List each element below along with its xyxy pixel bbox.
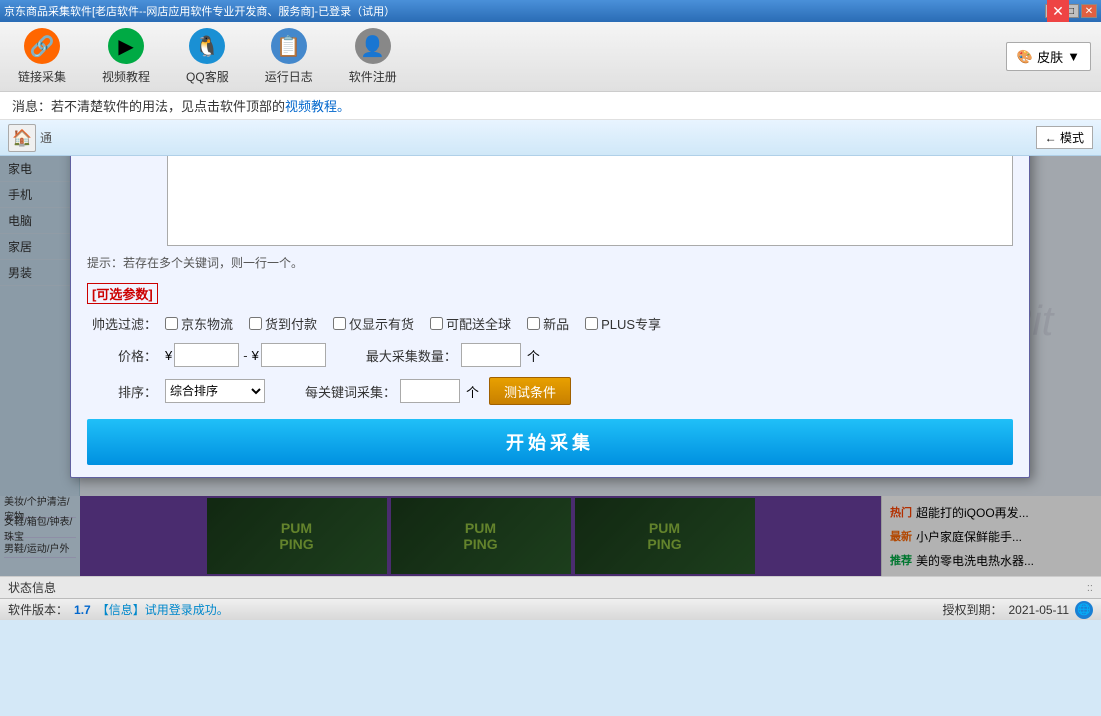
- filter-cash-delivery-label: 货到付款: [265, 314, 317, 333]
- status-message: 【信息】试用登录成功。: [97, 601, 229, 618]
- sort-row: 排序： 综合排序 价格升序 价格降序 销量优先 每关键词采集： 个 测试条件: [87, 377, 1013, 405]
- toolbar-log[interactable]: 📋 运行日志: [257, 24, 321, 89]
- filter-checkboxes: 京东物流 货到付款 仅显示有货 可配送全球: [165, 314, 661, 333]
- test-conditions-btn[interactable]: 测试条件: [489, 377, 571, 405]
- filter-new[interactable]: 新品: [527, 314, 569, 333]
- breadcrumb: 通: [40, 129, 52, 146]
- link-icon: 🔗: [24, 28, 60, 64]
- start-collect-btn[interactable]: 开始采集: [87, 419, 1013, 465]
- per-keyword-label: 每关键词采集：: [305, 382, 396, 401]
- toolbar: 🔗 链接采集 ▶ 视频教程 🐧 QQ客服 📋 运行日志 👤 软件注册 🎨 皮肤 …: [0, 22, 1101, 92]
- filter-plus[interactable]: PLUS专享: [585, 314, 661, 333]
- keyword-row: *导入关键词:: [87, 156, 1013, 246]
- per-keyword-unit: 个: [466, 382, 479, 401]
- notice-prefix: 消息：若不清楚软件的用法，见点击软件顶部的: [12, 96, 285, 115]
- optional-label: [可选参数]: [87, 283, 158, 304]
- filter-label: 帅选过滤：: [87, 314, 157, 333]
- toolbar-link-label: 链接采集: [18, 68, 66, 85]
- reg-icon: 👤: [355, 28, 391, 64]
- keyword-textarea[interactable]: [167, 156, 1013, 246]
- title-bar: 京东商品采集软件[老店软件--网店应用软件专业开发商、服务商]-已登录（试用） …: [0, 0, 1101, 22]
- toolbar-reg-label: 软件注册: [349, 68, 397, 85]
- filter-global-label: 可配送全球: [446, 314, 511, 333]
- modal-body: [必备参数] *导入关键词: 提示：若存在多个关键词，则一行一个。 [可选参数]…: [71, 156, 1029, 477]
- price-from-input[interactable]: [174, 343, 239, 367]
- mode-button[interactable]: ← 模式: [1036, 126, 1093, 149]
- price-separator: -: [243, 348, 247, 363]
- filter-new-label: 新品: [543, 314, 569, 333]
- skin-button[interactable]: 🎨 皮肤 ▼: [1006, 42, 1091, 71]
- red-close-button[interactable]: ✕: [1047, 0, 1069, 22]
- filter-jd-logistics-label: 京东物流: [181, 314, 233, 333]
- checkbox-jd-logistics[interactable]: [165, 317, 178, 330]
- filter-in-stock-label: 仅显示有货: [349, 314, 414, 333]
- filter-in-stock[interactable]: 仅显示有货: [333, 314, 414, 333]
- auth-label: 授权到期：: [942, 601, 1002, 618]
- toolbar-video[interactable]: ▶ 视频教程: [94, 24, 158, 89]
- toolbar-qq[interactable]: 🐧 QQ客服: [178, 24, 237, 89]
- toolbar-video-label: 视频教程: [102, 68, 150, 85]
- nav-bar: 🏠 通 ✕ ← 模式: [0, 120, 1101, 156]
- toolbar-qq-label: QQ客服: [186, 68, 229, 85]
- skin-label: 皮肤: [1037, 47, 1063, 66]
- max-collect-label: 最大采集数量：: [366, 346, 457, 365]
- globe-icon[interactable]: 🌐: [1075, 601, 1093, 619]
- version-label: 软件版本：: [8, 601, 68, 618]
- close-btn[interactable]: ✕: [1081, 4, 1097, 18]
- bottom-bar: 软件版本： 1.7 【信息】试用登录成功。 授权到期： 2021-05-11 🌐: [0, 598, 1101, 620]
- filter-cash-delivery[interactable]: 货到付款: [249, 314, 317, 333]
- sort-label: 排序：: [87, 382, 157, 401]
- hint-text: 提示：若存在多个关键词，则一行一个。: [87, 254, 1013, 271]
- home-button[interactable]: 🏠: [8, 124, 36, 152]
- toolbar-link-collect[interactable]: 🔗 链接采集: [10, 24, 74, 89]
- sort-select[interactable]: 综合排序 价格升序 价格降序 销量优先: [165, 379, 265, 403]
- checkbox-in-stock[interactable]: [333, 317, 346, 330]
- video-icon: ▶: [108, 28, 144, 64]
- toolbar-log-label: 运行日志: [265, 68, 313, 85]
- modal-dialog: 京东商品采集: 导入关键词采集—配置: ✕ [必备参数] *导入关键词: 提示：…: [70, 156, 1030, 478]
- main-area: 家电 手机 电脑 家居 男装 美妆/个护清洁/宠物 女鞋/箱包/钟表/珠宝 男鞋…: [0, 156, 1101, 576]
- checkbox-cash-delivery[interactable]: [249, 317, 262, 330]
- checkbox-new[interactable]: [527, 317, 540, 330]
- modal-overlay: 京东商品采集: 导入关键词采集—配置: ✕ [必备参数] *导入关键词: 提示：…: [0, 156, 1101, 576]
- price-row: 价格： ¥ - ¥ 最大采集数量： 个: [87, 343, 1013, 367]
- auth-date: 2021-05-11: [1009, 603, 1070, 617]
- filter-global[interactable]: 可配送全球: [430, 314, 511, 333]
- max-collect-input[interactable]: [461, 343, 521, 367]
- title-text: 京东商品采集软件[老店软件--网店应用软件专业开发商、服务商]-已登录（试用）: [4, 3, 395, 19]
- skin-dropdown-icon: ▼: [1067, 49, 1080, 64]
- checkbox-plus[interactable]: [585, 317, 598, 330]
- qq-icon: 🐧: [189, 28, 225, 64]
- price-currency-from: ¥: [165, 348, 172, 363]
- breadcrumb-text: 通: [40, 129, 52, 146]
- status-bar: 状态信息 ::: [0, 576, 1101, 598]
- notice-bar: 消息：若不清楚软件的用法，见点击软件顶部的 视频教程。: [0, 92, 1101, 120]
- price-to-input[interactable]: [261, 343, 326, 367]
- per-keyword-input[interactable]: [400, 379, 460, 403]
- filter-jd-logistics[interactable]: 京东物流: [165, 314, 233, 333]
- price-label: 价格：: [87, 346, 157, 365]
- filter-plus-label: PLUS专享: [601, 314, 661, 333]
- skin-grid-icon: 🎨: [1017, 49, 1033, 65]
- status-dots: ::: [1087, 582, 1093, 594]
- filter-row: 帅选过滤： 京东物流 货到付款 仅显示有货: [87, 314, 1013, 333]
- max-collect-unit: 个: [527, 346, 540, 365]
- mode-label: ← 模式: [1045, 129, 1084, 146]
- version-number: 1.7: [74, 603, 91, 617]
- checkbox-global[interactable]: [430, 317, 443, 330]
- log-icon: 📋: [271, 28, 307, 64]
- toolbar-reg[interactable]: 👤 软件注册: [341, 24, 405, 89]
- price-currency-to: ¥: [252, 348, 259, 363]
- notice-link[interactable]: 视频教程。: [285, 96, 350, 115]
- status-label: 状态信息: [8, 579, 56, 596]
